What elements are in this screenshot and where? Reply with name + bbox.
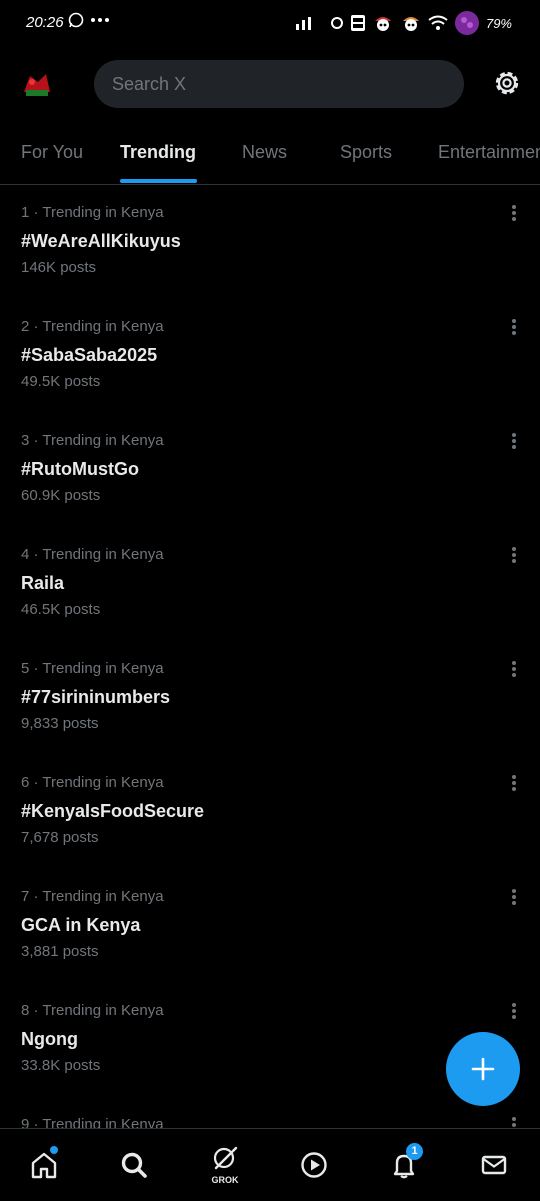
more-notifications-icon bbox=[91, 18, 109, 22]
trend-item[interactable]: 4 · Trending in Kenya Raila 46.5K posts bbox=[0, 538, 540, 652]
trend-post-count: 60.9K posts bbox=[21, 487, 101, 504]
tab-for-you[interactable]: For You bbox=[21, 142, 83, 163]
trend-item[interactable]: 7 · Trending in Kenya GCA in Kenya 3,881… bbox=[0, 880, 540, 994]
tab-trending[interactable]: Trending bbox=[120, 142, 196, 163]
avatar[interactable] bbox=[20, 68, 54, 102]
tab-news[interactable]: News bbox=[242, 142, 287, 163]
more-options-icon[interactable] bbox=[504, 202, 524, 226]
mail-icon bbox=[481, 1155, 507, 1175]
notifications-badge: 1 bbox=[406, 1143, 423, 1160]
trend-post-count: 146K posts bbox=[21, 259, 97, 276]
trend-title: #77sirininumbers bbox=[21, 687, 171, 707]
more-options-icon[interactable] bbox=[504, 316, 524, 340]
status-left-icons bbox=[68, 12, 110, 28]
whatsapp-icon bbox=[68, 12, 84, 28]
home-unread-dot bbox=[50, 1146, 58, 1154]
signal-icon bbox=[295, 17, 311, 30]
profile-sticker-icon bbox=[454, 11, 479, 35]
plus-icon bbox=[471, 1057, 495, 1081]
trend-context: 1 · Trending in Kenya bbox=[21, 204, 164, 221]
trend-context: 5 · Trending in Kenya bbox=[21, 660, 164, 677]
tab-entertainment[interactable]: Entertainment bbox=[438, 142, 540, 163]
trend-context: 4 · Trending in Kenya bbox=[21, 546, 164, 563]
grok-icon bbox=[213, 1146, 238, 1170]
trend-title: #WeAreAllKikuyus bbox=[21, 231, 181, 251]
trend-title: Ngong bbox=[21, 1029, 78, 1049]
trend-item[interactable]: 2 · Trending in Kenya #SabaSaba2025 49.5… bbox=[0, 310, 540, 424]
trend-context: 7 · Trending in Kenya bbox=[21, 888, 164, 905]
more-options-icon[interactable] bbox=[504, 1000, 524, 1024]
more-options-icon[interactable] bbox=[504, 772, 524, 796]
trend-post-count: 7,678 posts bbox=[21, 829, 99, 846]
trend-item[interactable]: 1 · Trending in Kenya #WeAreAllKikuyus 1… bbox=[0, 196, 540, 310]
nav-grok[interactable]: GROK bbox=[207, 1146, 243, 1185]
skull-icon bbox=[374, 17, 391, 31]
volte-icon bbox=[350, 15, 365, 31]
trend-post-count: 3,881 posts bbox=[21, 943, 99, 960]
video-icon bbox=[301, 1152, 327, 1178]
tab-sports[interactable]: Sports bbox=[340, 142, 392, 163]
trend-title: GCA in Kenya bbox=[21, 915, 141, 935]
nav-video[interactable] bbox=[296, 1147, 332, 1183]
active-tab-indicator bbox=[120, 179, 197, 183]
settings-button[interactable] bbox=[492, 68, 522, 98]
status-bar: 20:26 79% bbox=[0, 0, 540, 44]
wifi-icon bbox=[428, 15, 448, 30]
trend-item[interactable]: 9 · Trending in Kenya bbox=[0, 1108, 540, 1128]
search-box[interactable] bbox=[94, 60, 464, 108]
trend-context: 9 · Trending in Kenya bbox=[21, 1116, 164, 1128]
explore-tabs: For You Trending News Sports Entertainme… bbox=[0, 130, 540, 185]
nav-messages[interactable] bbox=[476, 1147, 512, 1183]
nav-search[interactable] bbox=[116, 1147, 152, 1183]
trend-title: #SabaSaba2025 bbox=[21, 345, 158, 365]
more-options-icon[interactable] bbox=[504, 1114, 524, 1128]
grok-label: GROK bbox=[211, 1175, 239, 1185]
trend-context: 2 · Trending in Kenya bbox=[21, 318, 164, 335]
trend-context: 3 · Trending in Kenya bbox=[21, 432, 164, 449]
trend-title: Raila bbox=[21, 573, 65, 593]
more-options-icon[interactable] bbox=[504, 886, 524, 910]
circle-icon bbox=[330, 17, 343, 29]
more-options-icon[interactable] bbox=[504, 544, 524, 568]
compose-post-button[interactable] bbox=[446, 1032, 520, 1106]
search-input[interactable] bbox=[110, 72, 444, 96]
skull-icon bbox=[402, 17, 419, 31]
trend-post-count: 46.5K posts bbox=[21, 601, 101, 618]
more-options-icon[interactable] bbox=[504, 658, 524, 682]
trend-post-count: 49.5K posts bbox=[21, 373, 101, 390]
trend-context: 6 · Trending in Kenya bbox=[21, 774, 164, 791]
home-icon bbox=[31, 1152, 57, 1179]
trend-context: 8 · Trending in Kenya bbox=[21, 1002, 164, 1019]
trend-item[interactable]: 5 · Trending in Kenya #77sirininumbers 9… bbox=[0, 652, 540, 766]
trend-item[interactable]: 6 · Trending in Kenya #KenyaIsFoodSecure… bbox=[0, 766, 540, 880]
trend-title: #KenyaIsFoodSecure bbox=[21, 801, 205, 821]
nav-notifications[interactable]: 1 bbox=[386, 1143, 423, 1183]
trend-post-count: 33.8K posts bbox=[21, 1057, 101, 1074]
trend-item[interactable]: 3 · Trending in Kenya #RutoMustGo 60.9K … bbox=[0, 424, 540, 538]
status-right-icons: 79% bbox=[294, 10, 512, 36]
bottom-nav: GROK 1 bbox=[0, 1128, 540, 1201]
search-icon bbox=[121, 1152, 147, 1178]
gear-icon bbox=[495, 71, 519, 95]
top-bar bbox=[0, 58, 540, 112]
trend-post-count: 9,833 posts bbox=[21, 715, 99, 732]
trend-title: #RutoMustGo bbox=[21, 459, 139, 479]
status-time: 20:26 bbox=[26, 14, 64, 31]
nav-home[interactable] bbox=[26, 1146, 62, 1183]
battery-level: 79% bbox=[485, 15, 512, 31]
more-options-icon[interactable] bbox=[504, 430, 524, 454]
